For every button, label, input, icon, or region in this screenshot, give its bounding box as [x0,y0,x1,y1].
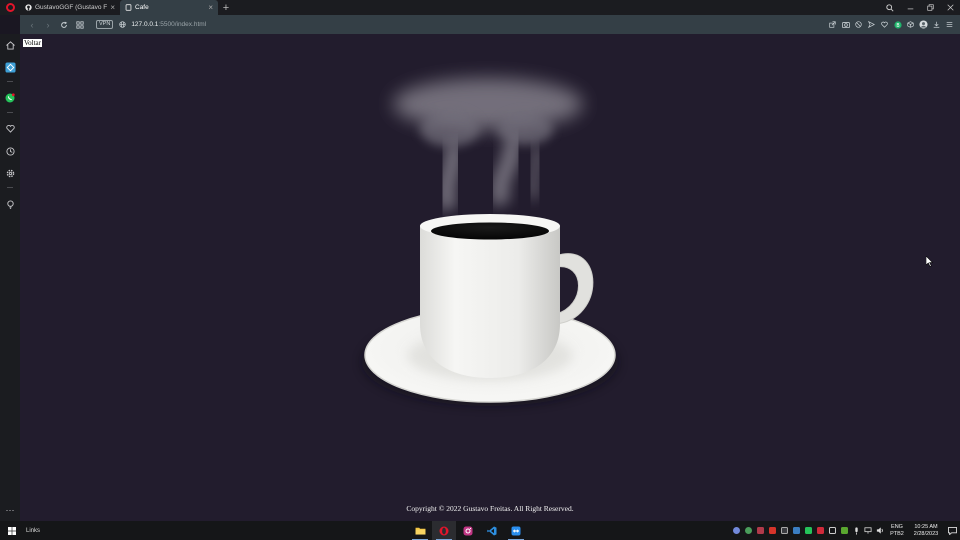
page-viewport: Voltar Copyright © 2022 Gustavo Freitas.… [20,34,960,521]
coffee-cup-illustration [362,78,618,406]
network-icon[interactable] [862,521,874,540]
chrome-icon[interactable] [742,521,754,540]
mouse-cursor-icon [926,256,934,267]
tab-title: Cafe [135,4,149,11]
restore-icon[interactable] [920,0,940,15]
close-tab-icon[interactable]: × [110,3,115,12]
lang-line-1: ENG [891,523,903,530]
home-icon[interactable] [0,38,20,52]
reload-icon[interactable] [56,17,72,33]
vpn-badge[interactable]: VPN [96,20,114,29]
back-icon[interactable]: ‹ [24,17,40,33]
close-tab-icon[interactable]: × [208,3,213,12]
send-icon[interactable] [865,17,878,33]
volume-icon[interactable] [874,521,886,540]
system-tray: ENG PTB2 10:25 AM 2/28/2023 [730,521,960,540]
lang-line-2: PTB2 [890,530,904,537]
camera-icon[interactable] [839,17,852,33]
mail-icon[interactable] [778,521,790,540]
whatsapp-icon[interactable] [0,91,20,105]
discord-icon[interactable] [730,521,742,540]
opera-icon[interactable] [432,521,456,540]
address-bar: ‹ › VPN 127.0.0.1:5500/index.html B [20,15,960,34]
extension-green-icon[interactable]: B [891,17,904,33]
more-icon[interactable]: ··· [0,503,20,517]
adblock-icon[interactable] [852,17,865,33]
new-tab-button[interactable]: + [218,0,234,15]
url-host: 127.0.0.1 [131,21,159,28]
workspaces-icon[interactable] [0,60,20,74]
close-window-icon[interactable] [940,0,960,15]
history-icon[interactable] [0,144,20,158]
steam [393,78,583,213]
share-icon[interactable] [826,17,839,33]
tab-github[interactable]: GustavoGGF (Gustavo Freit × [20,0,120,15]
profile-icon[interactable] [917,17,930,33]
teamviewer-icon[interactable] [504,521,528,540]
vscode-icon[interactable] [480,521,504,540]
microphone-icon[interactable] [850,521,862,540]
globe-icon[interactable] [117,21,127,28]
opera-menu-icon[interactable] [0,0,20,15]
clock[interactable]: 10:25 AM 2/28/2023 [908,524,944,538]
forward-icon[interactable]: › [40,17,56,33]
tab-strip: GustavoGGF (Gustavo Freit × Cafe × + [0,0,960,15]
url-field[interactable]: 127.0.0.1:5500/index.html [131,21,826,28]
easy-setup-icon[interactable] [943,17,956,33]
cube-icon[interactable] [904,17,917,33]
opera-sidebar: ··· [0,34,20,521]
steam-tray-icon[interactable] [790,521,802,540]
download-icon[interactable] [930,17,943,33]
notification-icon[interactable] [944,526,960,535]
heart-icon[interactable] [878,17,891,33]
winrar-icon[interactable] [754,521,766,540]
tab-search-icon[interactable] [880,0,900,15]
windows-taskbar: Links ENG PTB2 10:25 AM 2/28/2023 [0,521,960,540]
windows-start-icon[interactable] [0,521,24,540]
tab-title: GustavoGGF (Gustavo Freit [35,4,108,11]
instagram-icon[interactable] [456,521,480,540]
red-app-icon[interactable] [814,521,826,540]
clock-time: 10:25 AM [914,523,938,530]
coffee-surface [431,222,549,240]
tab-cafe[interactable]: Cafe × [120,0,218,15]
cup-body [420,226,560,378]
lightbulb-icon[interactable] [0,197,20,211]
cup-handle [554,253,594,325]
github-icon [25,4,32,11]
links-toolbar[interactable]: Links [26,528,40,534]
page-icon [125,4,132,11]
url-path: :5500/index.html [158,21,207,28]
heart-icon[interactable] [0,121,20,135]
nvidia-icon[interactable] [838,521,850,540]
settings-icon[interactable] [0,166,20,180]
whatsapp-tray-icon[interactable] [802,521,814,540]
tabs-grid-icon[interactable] [72,17,88,33]
svg-text:B: B [896,22,899,28]
page-footer: Copyright © 2022 Gustavo Freitas. All Ri… [406,504,574,513]
file-explorer-icon[interactable] [408,521,432,540]
clock-date: 2/28/2023 [913,530,939,537]
language-indicator[interactable]: ENG PTB2 [888,524,906,538]
minimize-icon[interactable] [900,0,920,15]
monitor-icon[interactable] [826,521,838,540]
wps-icon[interactable] [766,521,778,540]
